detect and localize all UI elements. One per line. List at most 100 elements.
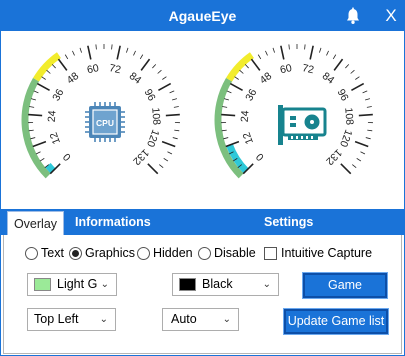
gpu-gauge-tick bbox=[326, 50, 329, 56]
text-color-swatch bbox=[34, 278, 51, 291]
cpu-gauge-tick-label: 24 bbox=[46, 110, 59, 123]
gpu-gauge-tick bbox=[223, 137, 229, 140]
cpu-gauge-tick bbox=[72, 50, 75, 56]
close-button[interactable]: X bbox=[381, 5, 401, 27]
cpu-gauge-tick bbox=[139, 54, 144, 60]
cpu-gauge-tick bbox=[172, 137, 178, 140]
radio-graphics[interactable]: Graphics bbox=[69, 246, 135, 262]
gpu-gauge-tick bbox=[226, 90, 232, 94]
gpu-gauge-tick-label: 48 bbox=[258, 70, 275, 87]
gpu-gauge-tick bbox=[366, 106, 372, 108]
cpu-gauge-tick-label: 96 bbox=[142, 87, 158, 103]
gpu-gauge-tick bbox=[234, 76, 239, 80]
cpu-gauge-tick bbox=[29, 106, 35, 108]
cpu-gauge-tick bbox=[28, 113, 43, 117]
position-select[interactable]: Top Left ⌄ bbox=[27, 308, 116, 331]
cpu-gauge-tick-label: 0 bbox=[61, 150, 74, 163]
cpu-gauge-tick bbox=[95, 44, 97, 50]
chevron-down-icon: ⌄ bbox=[100, 279, 109, 290]
cpu-gauge-tick bbox=[64, 54, 69, 60]
mode-select[interactable]: Auto ⌄ bbox=[162, 308, 239, 331]
tab-bar: Overlay Informations Settings bbox=[1, 209, 404, 235]
cpu-gauge-tick bbox=[169, 90, 175, 94]
cpu-gauge-tick bbox=[126, 47, 129, 53]
gpu-gauge-tick bbox=[356, 158, 362, 162]
cpu-gauge-tick-label: 120 bbox=[144, 128, 161, 149]
gpu-card-icon bbox=[278, 105, 327, 145]
cpu-gauge-tick bbox=[159, 164, 164, 169]
gpu-gauge-tick bbox=[365, 98, 371, 101]
gpu-gauge-tick bbox=[221, 113, 236, 117]
tab-settings[interactable]: Settings bbox=[264, 209, 313, 235]
gpu-gauge-tick bbox=[319, 47, 322, 53]
gpu-gauge-tick bbox=[309, 45, 314, 60]
gpu-gauge-tick bbox=[244, 64, 249, 69]
cpu-gauge-tick bbox=[162, 76, 167, 80]
radio-text-label: Text bbox=[41, 246, 64, 260]
tab-overlay[interactable]: Overlay bbox=[7, 211, 64, 235]
cpu-gauge-tick-label: 36 bbox=[50, 87, 66, 103]
position-value: Top Left bbox=[34, 312, 79, 326]
cpu-gauge-tick bbox=[172, 98, 178, 101]
radio-hidden-circle[interactable] bbox=[137, 247, 150, 260]
cpu-gauge-tick bbox=[87, 45, 92, 60]
gpu-gauge-tick bbox=[354, 140, 369, 148]
chevron-down-icon: ⌄ bbox=[262, 279, 271, 290]
cpu-gauge-tick bbox=[174, 129, 180, 132]
cpu-gauge-tick bbox=[41, 76, 46, 80]
background-color-select[interactable]: Black ⌄ bbox=[172, 273, 279, 296]
gpu-gauge-tick bbox=[362, 90, 368, 94]
gpu-gauge-tick bbox=[345, 64, 350, 69]
cpu-gauge-tick bbox=[46, 69, 51, 74]
text-color-select[interactable]: Light G ⌄ bbox=[27, 273, 117, 296]
gpu-gauge-tick bbox=[222, 106, 228, 108]
intuitive-capture-checkbox[interactable]: Intuitive Capture bbox=[264, 246, 372, 262]
gpu-gauge-tick bbox=[365, 137, 371, 140]
gpu-gauge-tick bbox=[340, 163, 352, 175]
radio-hidden-label: Hidden bbox=[153, 246, 193, 260]
gpu-gauge-tick bbox=[350, 69, 355, 74]
bell-icon[interactable] bbox=[344, 7, 362, 25]
gpu-gauge-tick bbox=[358, 113, 373, 117]
app-window: AgaueEye X 0 12 24 36 48 60 72 84 96 108 120 132 bbox=[0, 0, 405, 356]
update-game-list-button[interactable]: Update Game list bbox=[283, 308, 389, 335]
gpu-gauge-tick bbox=[352, 164, 357, 169]
gpu-gauge-tick bbox=[223, 98, 229, 101]
cpu-icon: CPU bbox=[85, 102, 125, 142]
cpu-gauge-tick bbox=[51, 64, 56, 69]
cpu-gauge-tick bbox=[157, 69, 162, 74]
intuitive-capture-box[interactable] bbox=[264, 247, 277, 260]
radio-disable[interactable]: Disable bbox=[198, 246, 256, 262]
tab-informations[interactable]: Informations bbox=[75, 209, 151, 235]
gpu-gauge-tick-label: 24 bbox=[239, 110, 252, 123]
radio-disable-circle[interactable] bbox=[198, 247, 211, 260]
text-color-value: Light G bbox=[57, 277, 98, 291]
radio-text[interactable]: Text bbox=[25, 246, 64, 262]
cpu-gauge-tick bbox=[116, 45, 121, 60]
cpu-gauge-tick bbox=[111, 44, 113, 50]
cpu-gauge-tick bbox=[167, 151, 173, 155]
cpu-gauge-tick bbox=[36, 82, 50, 91]
gpu-gauge-tick-label: 72 bbox=[301, 62, 315, 76]
game-sessions-button[interactable]: Game Sessions bbox=[302, 272, 388, 313]
intuitive-capture-label: Intuitive Capture bbox=[281, 246, 373, 260]
cpu-gauge-tick-label: 12 bbox=[48, 130, 63, 145]
gpu-gauge-tick-label: 84 bbox=[320, 70, 337, 87]
gpu-gauge: 0 12 24 36 48 60 72 84 96 108 120 132 bbox=[212, 35, 382, 205]
gpu-gauge-tick-label: 120 bbox=[337, 128, 354, 149]
cpu-gauge-tick bbox=[39, 158, 45, 162]
cpu-gauge-tick bbox=[147, 163, 159, 175]
gpu-gauge-tick bbox=[360, 151, 366, 155]
cpu-gauge-tick bbox=[79, 47, 82, 53]
radio-graphics-circle[interactable] bbox=[69, 247, 82, 260]
cpu-gauge-value-bar bbox=[45, 162, 56, 174]
chevron-down-icon: ⌄ bbox=[222, 314, 231, 325]
title-bar: AgaueEye X bbox=[1, 1, 404, 31]
radio-hidden[interactable]: Hidden bbox=[137, 246, 193, 262]
cpu-gauge: 0 12 24 36 48 60 72 84 96 108 120 132 CPU bbox=[19, 35, 189, 205]
radio-text-circle[interactable] bbox=[25, 247, 38, 260]
cpu-gauge-tick bbox=[28, 129, 34, 132]
gpu-gauge-tick bbox=[280, 45, 285, 60]
gpu-gauge-tick-label: 96 bbox=[335, 87, 351, 103]
cpu-gauge-tick bbox=[30, 98, 36, 101]
